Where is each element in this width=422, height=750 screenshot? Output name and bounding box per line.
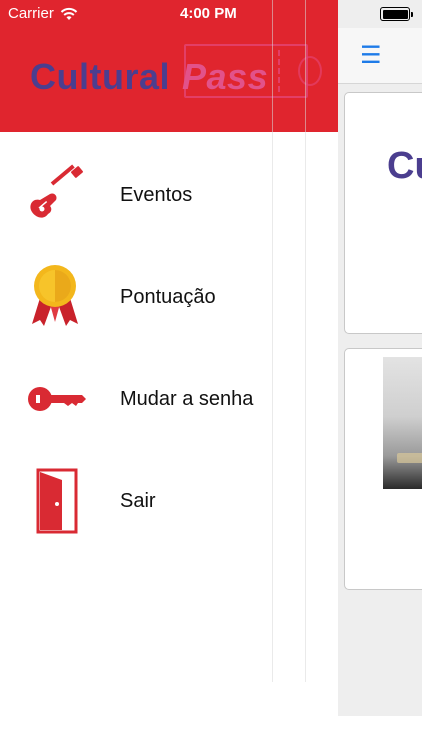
medal-icon bbox=[22, 264, 88, 330]
menu-item-label: Mudar a senha bbox=[120, 387, 254, 410]
navigation-bar: ☰ bbox=[338, 28, 422, 84]
menu-item-pontuacao[interactable]: Pontuação bbox=[0, 252, 338, 342]
menu-item-label: Pontuação bbox=[120, 285, 216, 308]
card-logo: Cu bbox=[387, 145, 422, 187]
brand-logo: Cultural Pass bbox=[30, 52, 274, 102]
carrier-label: Carrier bbox=[8, 5, 54, 22]
status-carrier: Carrier bbox=[8, 5, 78, 22]
battery-icon bbox=[380, 7, 413, 21]
menu-item-sair[interactable]: Sair bbox=[0, 456, 338, 546]
wifi-icon bbox=[60, 7, 78, 20]
event-card[interactable]: Cu bbox=[344, 92, 422, 334]
ticket-circle-decoration bbox=[298, 56, 322, 86]
menu-item-eventos[interactable]: Eventos bbox=[0, 150, 338, 240]
brand-cultural-text: Cultural bbox=[30, 56, 171, 97]
brand-pass-box: Pass bbox=[176, 52, 274, 102]
menu-icon[interactable]: ☰ bbox=[360, 44, 382, 68]
status-bar: Carrier 4:00 PM bbox=[0, 0, 422, 28]
bottom-area bbox=[0, 716, 422, 750]
key-icon bbox=[22, 366, 88, 432]
event-image bbox=[383, 357, 422, 489]
door-exit-icon bbox=[22, 468, 88, 534]
menu-item-label: Sair bbox=[120, 489, 156, 512]
menu-item-mudar-senha[interactable]: Mudar a senha bbox=[0, 354, 338, 444]
brand-pass-text: Pass bbox=[182, 56, 269, 97]
side-drawer: Cultural Pass Eventos Pontuação Mudar a … bbox=[0, 0, 338, 716]
guitar-icon bbox=[22, 162, 88, 228]
menu-item-label: Eventos bbox=[120, 183, 193, 206]
event-card[interactable] bbox=[344, 348, 422, 590]
status-time: 4:00 PM bbox=[180, 5, 237, 22]
